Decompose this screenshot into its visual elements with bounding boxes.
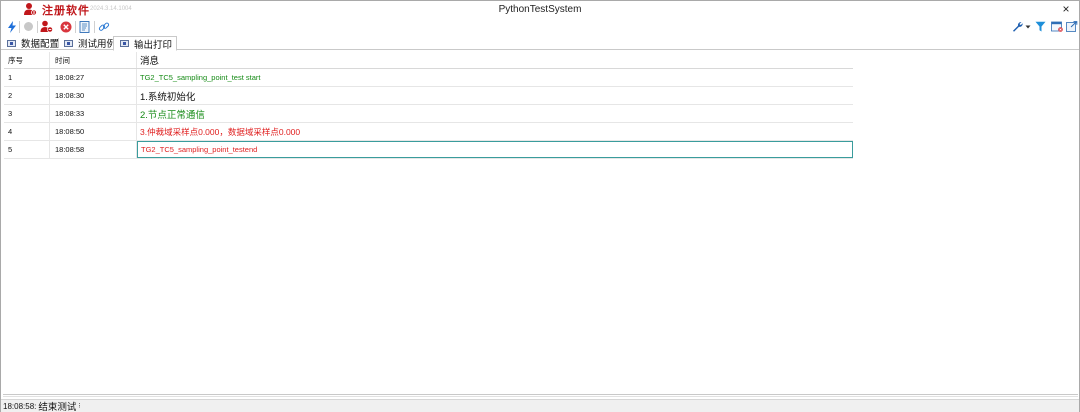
row-time: 18:08:50	[50, 123, 137, 140]
row-message-cell: 3.仲裁域采样点0.000，数据域采样点0.000	[137, 123, 853, 140]
panel-divider	[3, 396, 1078, 397]
export-button[interactable]	[1064, 19, 1079, 34]
status-bar: 18:08:58: 结束测试 ⁝	[1, 399, 1079, 412]
link-icon	[98, 22, 109, 31]
row-message-cell: TG2_TC5_sampling_point_test start	[137, 69, 853, 86]
toolbar-separator	[75, 21, 76, 33]
title-bar: 注册软件 2024.3.14.1004 PythonTestSystem ×	[1, 1, 1079, 18]
filter-button[interactable]	[1033, 19, 1048, 34]
record-button[interactable]	[21, 19, 36, 34]
table-row[interactable]: 5 18:08:58 TG2_TC5_sampling_point_testen…	[4, 141, 853, 159]
row-message-cell: 1.系统初始化	[137, 87, 853, 104]
tab-window-icon	[120, 40, 129, 47]
script-button[interactable]	[77, 19, 92, 34]
tab-strip: 数据配置 测试用例 输出打印	[1, 36, 1079, 51]
toolbar-separator	[94, 21, 95, 33]
row-time: 18:08:58	[50, 141, 137, 158]
clear-log-button[interactable]	[1049, 19, 1064, 34]
row-message-cell: 2.节点正常通信	[137, 105, 853, 122]
toolbar-separator	[19, 21, 20, 33]
row-number: 3	[4, 105, 50, 122]
row-message: TG2_TC5_sampling_point_testend	[141, 145, 258, 154]
calendar-close-icon	[1050, 21, 1063, 32]
circle-disabled-icon	[24, 22, 33, 31]
row-number: 1	[4, 69, 50, 86]
user-delete-icon	[40, 20, 53, 33]
table-row[interactable]: 3 18:08:33 2.节点正常通信	[4, 105, 853, 123]
stop-icon	[60, 21, 71, 32]
row-message: 3.仲裁域采样点0.000，数据域采样点0.000	[140, 126, 301, 137]
app-window: 注册软件 2024.3.14.1004 PythonTestSystem × 数…	[0, 0, 1080, 412]
settings-dropdown-button[interactable]	[1011, 19, 1031, 34]
toolbar-separator	[37, 21, 38, 33]
row-message: TG2_TC5_sampling_point_test start	[140, 73, 261, 82]
stop-button[interactable]	[58, 19, 73, 34]
status-message: 结束测试	[38, 402, 77, 412]
row-time: 18:08:27	[50, 69, 137, 86]
wrench-icon	[1012, 22, 1023, 32]
window-title: PythonTestSystem	[498, 4, 582, 15]
toolbar	[1, 18, 1079, 36]
tab-label: 数据配置	[21, 39, 60, 50]
row-time: 18:08:30	[50, 87, 137, 104]
column-header-time[interactable]: 时间	[50, 52, 137, 68]
table-row[interactable]: 1 18:08:27 TG2_TC5_sampling_point_test s…	[4, 69, 853, 87]
row-message-cell: TG2_TC5_sampling_point_testend	[137, 141, 853, 158]
tab-label: 输出打印	[134, 39, 173, 51]
row-number: 4	[4, 123, 50, 140]
user-remove-button[interactable]	[39, 19, 54, 34]
column-header-no[interactable]: 序号	[4, 52, 50, 68]
row-message: 1.系统初始化	[140, 91, 196, 103]
tab-output-print[interactable]: 输出打印	[113, 36, 178, 51]
run-button[interactable]	[4, 19, 19, 34]
tab-window-icon	[64, 39, 73, 47]
row-number: 5	[4, 141, 50, 158]
script-icon	[79, 20, 90, 33]
tab-window-icon	[7, 39, 16, 47]
tab-test-cases[interactable]: 测试用例	[58, 36, 120, 50]
table-row[interactable]: 2 18:08:30 1.系统初始化	[4, 87, 853, 105]
row-time: 18:08:33	[50, 105, 137, 122]
panel-divider	[3, 394, 1078, 395]
close-button[interactable]: ×	[1059, 2, 1073, 16]
log-grid: 序号 时间 消息 1 18:08:27 TG2_TC5_sampling_poi…	[4, 52, 853, 159]
tab-label: 测试用例	[78, 39, 117, 50]
tab-data-config[interactable]: 数据配置	[1, 36, 63, 50]
grid-header-row: 序号 时间 消息	[4, 52, 853, 69]
chevron-down-icon	[1025, 25, 1030, 28]
status-time: 18:08:58:	[3, 401, 37, 411]
row-message: 2.节点正常通信	[140, 109, 205, 121]
status-grip: ⁝	[78, 403, 81, 410]
export-icon	[1065, 21, 1077, 32]
lightning-icon	[7, 20, 16, 33]
link-button[interactable]	[96, 19, 111, 34]
table-row[interactable]: 4 18:08:50 3.仲裁域采样点0.000，数据域采样点0.000	[4, 123, 853, 141]
column-header-message[interactable]: 消息	[137, 52, 853, 68]
row-number: 2	[4, 87, 50, 104]
filter-icon	[1035, 21, 1046, 32]
